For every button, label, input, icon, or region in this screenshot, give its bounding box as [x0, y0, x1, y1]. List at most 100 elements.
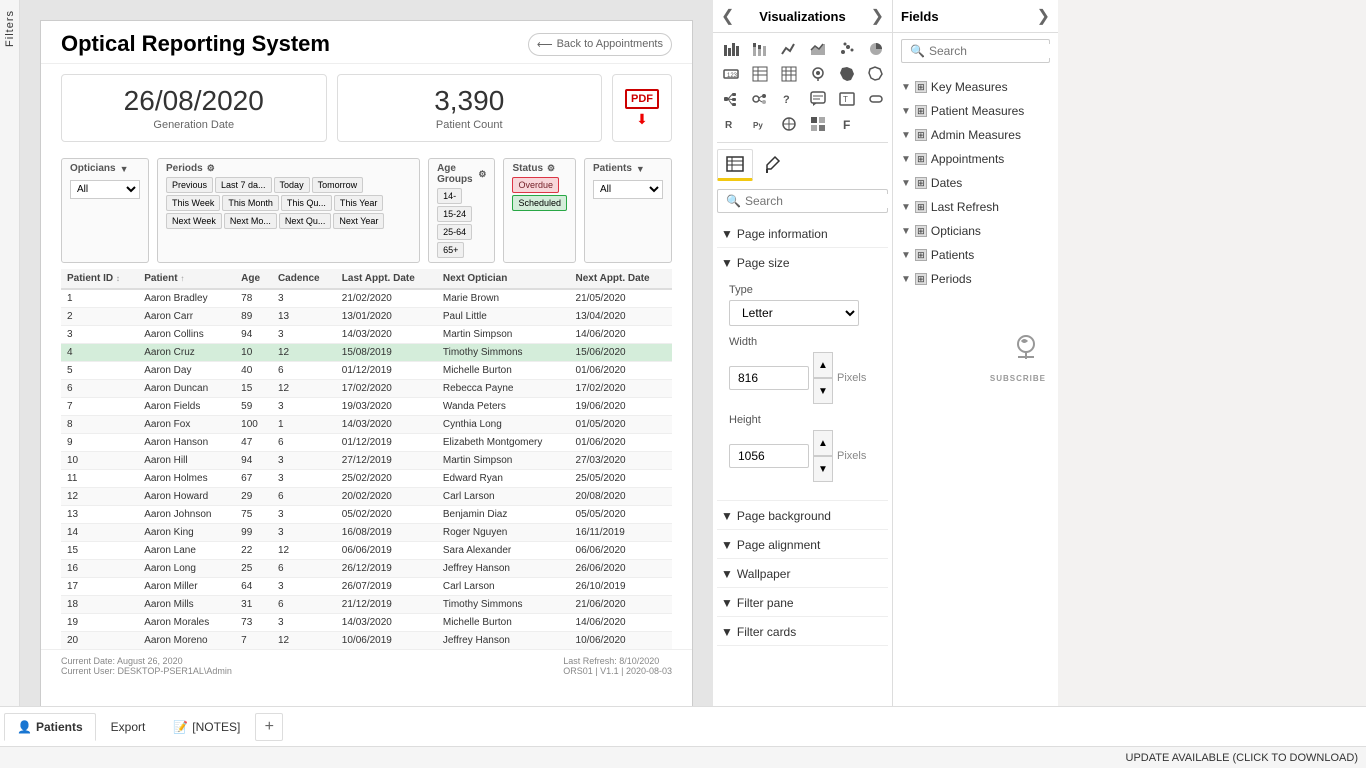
- qanda-icon[interactable]: ?: [775, 87, 803, 111]
- table-row[interactable]: 15 Aaron Lane 22 12 06/06/2019 Sara Alex…: [61, 542, 672, 560]
- button-viz-icon[interactable]: [862, 87, 890, 111]
- col-header-next-appt[interactable]: Next Appt. Date: [570, 269, 672, 289]
- table-row[interactable]: 8 Aaron Fox 100 1 14/03/2020 Cynthia Lon…: [61, 416, 672, 434]
- height-up-btn[interactable]: ▲: [813, 430, 833, 456]
- map-icon[interactable]: [804, 62, 832, 86]
- table-row[interactable]: 12 Aaron Howard 29 6 20/02/2020 Carl Lar…: [61, 488, 672, 506]
- pdf-export-button[interactable]: PDF ⬇: [612, 74, 672, 142]
- col-header-id[interactable]: Patient ID ↕: [61, 269, 138, 289]
- table-viz-icon[interactable]: [746, 62, 774, 86]
- period-btn-thisqtr[interactable]: This Qu...: [281, 195, 332, 211]
- col-header-age[interactable]: Age: [235, 269, 272, 289]
- pie-chart-icon[interactable]: [862, 37, 890, 61]
- fields-search-input[interactable]: [929, 44, 1058, 58]
- period-btn-nextmonth[interactable]: Next Mo...: [224, 213, 277, 229]
- image-viz-icon[interactable]: [891, 87, 892, 111]
- patients-tab[interactable]: 👤 Patients: [4, 713, 96, 741]
- azure-map-icon[interactable]: [891, 62, 892, 86]
- period-btn-nextyear[interactable]: Next Year: [333, 213, 384, 229]
- matrix-icon[interactable]: [775, 62, 803, 86]
- field-section-opticians-header[interactable]: ▼ ⊞ Opticians: [897, 221, 1054, 241]
- table-row[interactable]: 17 Aaron Miller 64 3 26/07/2019 Carl Lar…: [61, 578, 672, 596]
- age-btn-25-64[interactable]: 25-64: [437, 224, 472, 240]
- treemap-icon[interactable]: [891, 37, 892, 61]
- text-box-viz-icon[interactable]: T: [833, 87, 861, 111]
- update-message[interactable]: UPDATE AVAILABLE (CLICK TO DOWNLOAD): [1126, 752, 1358, 764]
- f-visual-icon[interactable]: F: [833, 112, 861, 136]
- viz-search-input[interactable]: [745, 194, 892, 208]
- col-header-next-optician[interactable]: Next Optician: [437, 269, 570, 289]
- filled-map-icon[interactable]: [833, 62, 861, 86]
- width-down-btn[interactable]: ▼: [813, 378, 833, 404]
- age-btn-under14[interactable]: 14-: [437, 188, 462, 204]
- filters-sidebar[interactable]: Filters: [0, 0, 20, 706]
- age-btn-15-24[interactable]: 15-24: [437, 206, 472, 222]
- wallpaper-header[interactable]: ▼ Wallpaper: [717, 561, 888, 587]
- table-row[interactable]: 1 Aaron Bradley 78 3 21/02/2020 Marie Br…: [61, 289, 672, 308]
- powerbi-visual-icon[interactable]: [775, 112, 803, 136]
- shape-map-icon[interactable]: [862, 62, 890, 86]
- width-up-btn[interactable]: ▲: [813, 352, 833, 378]
- viz-prev-arrow[interactable]: ❮: [721, 6, 734, 26]
- period-btn-previous[interactable]: Previous: [166, 177, 213, 193]
- table-row[interactable]: 18 Aaron Mills 31 6 21/12/2019 Timothy S…: [61, 596, 672, 614]
- table-row[interactable]: 4 Aaron Cruz 10 12 15/08/2019 Timothy Si…: [61, 344, 672, 362]
- field-section-appointments-header[interactable]: ▼ ⊞ Appointments: [897, 149, 1054, 169]
- table-row[interactable]: 6 Aaron Duncan 15 12 17/02/2020 Rebecca …: [61, 380, 672, 398]
- field-section-key-measures-header[interactable]: ▼ ⊞ Key Measures: [897, 77, 1054, 97]
- table-row[interactable]: 20 Aaron Moreno 7 12 10/06/2019 Jeffrey …: [61, 632, 672, 650]
- table-row[interactable]: 5 Aaron Day 40 6 01/12/2019 Michelle Bur…: [61, 362, 672, 380]
- col-header-patient[interactable]: Patient ↑: [138, 269, 235, 289]
- scatter-chart-icon[interactable]: [833, 37, 861, 61]
- table-row[interactable]: 11 Aaron Holmes 67 3 25/02/2020 Edward R…: [61, 470, 672, 488]
- col-header-cadence[interactable]: Cadence: [272, 269, 336, 289]
- field-section-patients-header[interactable]: ▼ ⊞ Patients: [897, 245, 1054, 265]
- width-input[interactable]: [729, 366, 809, 390]
- opticians-select[interactable]: All: [70, 180, 140, 199]
- area-chart-icon[interactable]: [804, 37, 832, 61]
- fields-next-arrow[interactable]: ❯: [1037, 6, 1050, 26]
- period-btn-nextqtr[interactable]: Next Qu...: [279, 213, 332, 229]
- status-btn-scheduled[interactable]: Scheduled: [512, 195, 567, 211]
- table-wrapper[interactable]: Patient ID ↕ Patient ↑ Age Cadence Last …: [61, 269, 672, 649]
- period-btn-tomorrow[interactable]: Tomorrow: [312, 177, 364, 193]
- viz-next-arrow[interactable]: ❯: [871, 6, 884, 26]
- field-section-dates-header[interactable]: ▼ ⊞ Dates: [897, 173, 1054, 193]
- column-chart-icon[interactable]: [746, 37, 774, 61]
- period-btn-nextweek[interactable]: Next Week: [166, 213, 222, 229]
- format-table-icon[interactable]: [717, 149, 753, 181]
- decomp-tree-icon[interactable]: [717, 87, 745, 111]
- add-tab-button[interactable]: +: [255, 713, 283, 741]
- filter-cards-header[interactable]: ▼ Filter cards: [717, 619, 888, 645]
- field-section-periods-header[interactable]: ▼ ⊞ Periods: [897, 269, 1054, 289]
- table-row[interactable]: 2 Aaron Carr 89 13 13/01/2020 Paul Littl…: [61, 308, 672, 326]
- period-btn-thismonth[interactable]: This Month: [222, 195, 279, 211]
- key-influencers-icon[interactable]: [746, 87, 774, 111]
- table-row[interactable]: 19 Aaron Morales 73 3 14/03/2020 Michell…: [61, 614, 672, 632]
- period-btn-today[interactable]: Today: [274, 177, 310, 193]
- age-btn-65plus[interactable]: 65+: [437, 242, 464, 258]
- height-input[interactable]: [729, 444, 809, 468]
- age-settings-icon[interactable]: ⚙: [478, 169, 486, 180]
- status-btn-overdue[interactable]: Overdue: [512, 177, 559, 193]
- r-visual-icon[interactable]: R: [717, 112, 745, 136]
- page-size-header[interactable]: ▼ Page size: [717, 250, 888, 276]
- table-row[interactable]: 16 Aaron Long 25 6 26/12/2019 Jeffrey Ha…: [61, 560, 672, 578]
- height-down-btn[interactable]: ▼: [813, 456, 833, 482]
- periods-settings-icon[interactable]: ⚙: [207, 163, 215, 174]
- table-row[interactable]: 13 Aaron Johnson 75 3 05/02/2020 Benjami…: [61, 506, 672, 524]
- table-row[interactable]: 7 Aaron Fields 59 3 19/03/2020 Wanda Pet…: [61, 398, 672, 416]
- patients-select[interactable]: All: [593, 180, 663, 199]
- table-row[interactable]: 3 Aaron Collins 94 3 14/03/2020 Martin S…: [61, 326, 672, 344]
- col-header-last-appt[interactable]: Last Appt. Date: [336, 269, 437, 289]
- page-alignment-header[interactable]: ▼ Page alignment: [717, 532, 888, 558]
- filter-pane-header[interactable]: ▼ Filter pane: [717, 590, 888, 616]
- field-section-last-refresh-header[interactable]: ▼ ⊞ Last Refresh: [897, 197, 1054, 217]
- card-icon[interactable]: 123: [717, 62, 745, 86]
- back-button[interactable]: ⟵ Back to Appointments: [528, 33, 672, 56]
- field-section-patient-measures-header[interactable]: ▼ ⊞ Patient Measures: [897, 101, 1054, 121]
- format-paintbrush-icon[interactable]: [755, 149, 791, 181]
- grid-visual-icon[interactable]: [804, 112, 832, 136]
- bar-chart-icon[interactable]: [717, 37, 745, 61]
- smart-narrative-icon[interactable]: [804, 87, 832, 111]
